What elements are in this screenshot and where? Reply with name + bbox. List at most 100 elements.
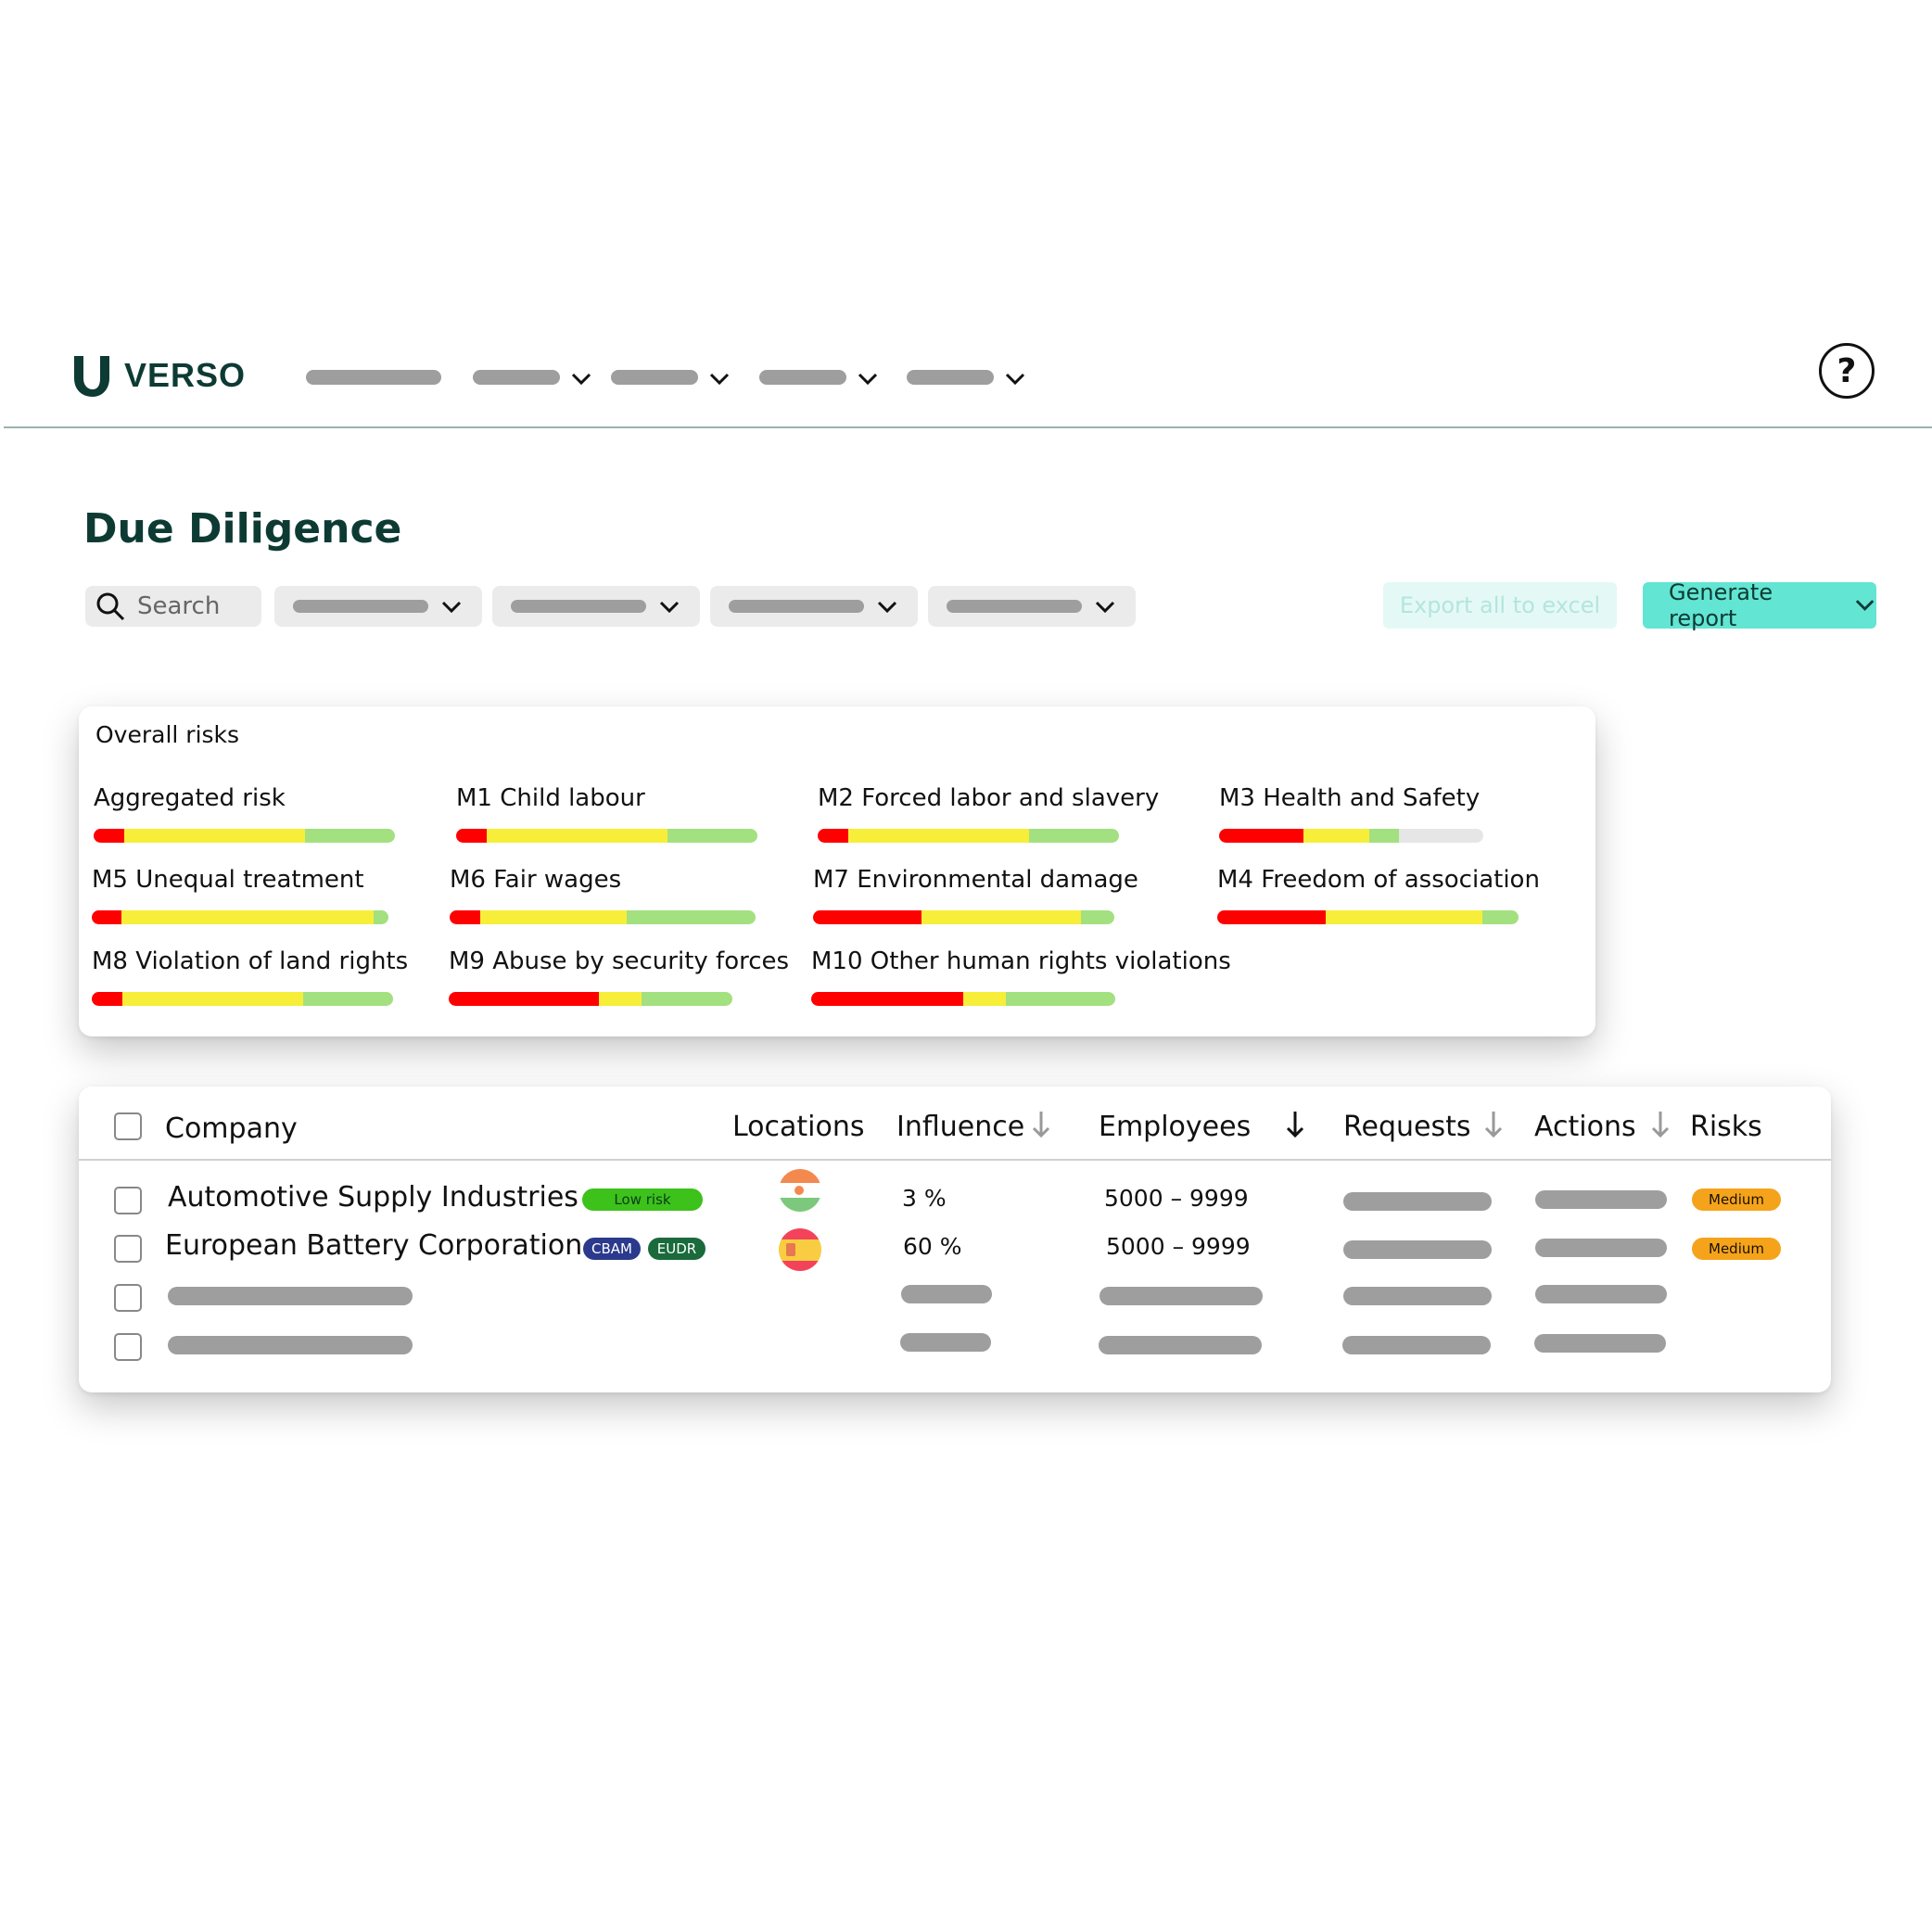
row-checkbox[interactable] (114, 1333, 142, 1361)
risk-category[interactable]: M1 Child labour (456, 784, 757, 843)
risk-high-segment (813, 910, 922, 924)
export-excel-button[interactable]: Export all to excel (1383, 582, 1617, 629)
filter-dropdown-3[interactable] (710, 586, 918, 627)
influence-placeholder (901, 1285, 992, 1303)
chevron-down-icon (1095, 601, 1115, 614)
col-locations[interactable]: Locations (732, 1111, 865, 1143)
company-placeholder (168, 1336, 413, 1354)
brand-logo[interactable]: VERSO (72, 350, 267, 400)
risk-low-segment (1081, 910, 1114, 924)
risk-high-segment (92, 992, 122, 1006)
risk-category[interactable]: M8 Violation of land rights (92, 947, 408, 1006)
risk-distribution-bar (94, 829, 395, 843)
company-name[interactable]: Automotive Supply Industries (168, 1181, 578, 1214)
employees-value: 5000 – 9999 (1106, 1233, 1251, 1260)
row-checkbox[interactable] (114, 1284, 142, 1312)
actions-placeholder (1535, 1190, 1667, 1209)
risk-badge: Medium (1692, 1238, 1781, 1260)
risk-low-segment (642, 992, 732, 1006)
risk-high-segment (449, 992, 600, 1006)
risk-category[interactable]: M9 Abuse by security forces (449, 947, 789, 1006)
risk-medium-segment (123, 829, 305, 843)
actions-placeholder (1535, 1285, 1667, 1303)
requests-placeholder (1342, 1336, 1491, 1354)
chevron-down-icon[interactable] (856, 367, 880, 391)
employees-placeholder (1099, 1336, 1262, 1354)
risk-category[interactable]: M7 Environmental damage (813, 866, 1138, 924)
filter-dropdown-2[interactable] (492, 586, 700, 627)
influence-placeholder (900, 1333, 991, 1352)
flag-spain-icon (779, 1228, 821, 1271)
requests-placeholder (1343, 1287, 1492, 1305)
col-requests[interactable]: Requests (1343, 1111, 1471, 1143)
risk-category[interactable]: M3 Health and Safety (1219, 784, 1483, 843)
search-input[interactable]: Search (85, 586, 261, 627)
risk-distribution-bar (456, 829, 757, 843)
influence-value: 3 % (902, 1185, 947, 1212)
help-button[interactable]: ? (1819, 343, 1875, 399)
risk-distribution-bar (92, 992, 393, 1006)
col-risks[interactable]: Risks (1690, 1111, 1762, 1143)
col-employees[interactable]: Employees (1099, 1111, 1251, 1143)
chevron-down-icon (441, 601, 462, 614)
actions-placeholder (1535, 1239, 1667, 1257)
risk-high-segment (92, 910, 121, 924)
nav-item-4[interactable] (759, 370, 846, 385)
search-icon (96, 592, 125, 621)
row-checkbox[interactable] (114, 1235, 142, 1263)
risk-category-label: M7 Environmental damage (813, 866, 1138, 894)
risk-category-label: M5 Unequal treatment (92, 866, 364, 894)
risk-high-segment (450, 910, 480, 924)
filter-placeholder (729, 600, 864, 613)
row-checkbox[interactable] (114, 1187, 142, 1214)
risk-low-segment (627, 910, 756, 924)
company-name[interactable]: European Battery Corporation (165, 1229, 582, 1262)
risk-medium-segment (922, 910, 1082, 924)
risk-category[interactable]: M10 Other human rights violations (811, 947, 1231, 1006)
risk-distribution-bar (811, 992, 1115, 1006)
risk-category[interactable]: Aggregated risk (94, 784, 395, 843)
risk-category[interactable]: M4 Freedom of association (1217, 866, 1540, 924)
risk-high-segment (1219, 829, 1304, 843)
col-company[interactable]: Company (165, 1112, 298, 1145)
chevron-down-icon[interactable] (707, 367, 731, 391)
chevron-down-icon[interactable] (569, 367, 593, 391)
select-all-checkbox[interactable] (114, 1112, 142, 1140)
filter-dropdown-1[interactable] (274, 586, 482, 627)
col-actions[interactable]: Actions (1534, 1111, 1636, 1143)
sort-arrow-down-icon[interactable] (1284, 1109, 1306, 1140)
overall-risks-card: Overall risks Aggregated risk M1 Child la… (79, 706, 1595, 1036)
risk-high-segment (94, 829, 124, 843)
chevron-down-icon[interactable] (1003, 367, 1027, 391)
nav-item-2[interactable] (473, 370, 560, 385)
header-divider (4, 426, 1932, 428)
nav-item-1[interactable] (306, 370, 441, 385)
risk-distribution-bar (449, 992, 732, 1006)
risk-category[interactable]: M6 Fair wages (450, 866, 756, 924)
sort-arrow-down-icon[interactable] (1649, 1109, 1671, 1140)
risk-medium-segment (486, 829, 667, 843)
influence-value: 60 % (903, 1233, 962, 1260)
risk-low-segment (1028, 829, 1119, 843)
verso-logo-icon (74, 356, 109, 397)
risk-low-segment (374, 910, 388, 924)
actions-placeholder (1534, 1334, 1666, 1353)
risk-category[interactable]: M2 Forced labor and slavery (818, 784, 1160, 843)
company-table: Company Locations Influence Employees Re… (79, 1087, 1831, 1392)
risk-high-segment (1217, 910, 1326, 924)
nav-item-3[interactable] (611, 370, 698, 385)
col-influence[interactable]: Influence (896, 1111, 1024, 1143)
flag-india-icon (779, 1169, 821, 1212)
nav-item-5[interactable] (907, 370, 994, 385)
sort-arrow-down-icon[interactable] (1030, 1109, 1052, 1140)
risk-category[interactable]: M5 Unequal treatment (92, 866, 388, 924)
chevron-down-icon (659, 601, 680, 614)
risk-distribution-bar (450, 910, 756, 924)
chevron-down-icon (1855, 600, 1875, 611)
table-header-divider (79, 1159, 1831, 1161)
risk-category-label: M2 Forced labor and slavery (818, 784, 1160, 812)
tag-low-risk: Low risk (582, 1188, 703, 1211)
filter-dropdown-4[interactable] (928, 586, 1136, 627)
generate-report-button[interactable]: Generate report (1643, 579, 1876, 631)
sort-arrow-down-icon[interactable] (1482, 1109, 1505, 1140)
